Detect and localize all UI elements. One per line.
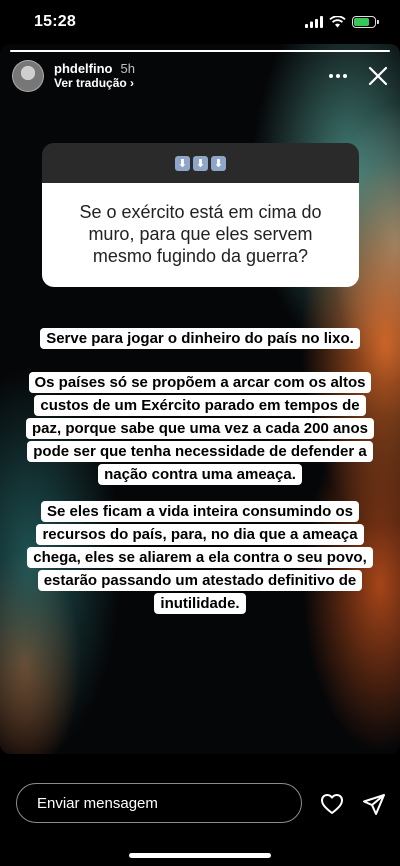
avatar[interactable] [12,60,44,92]
story-view[interactable]: phdelfino 5h Ver tradução › ⬇ ⬇ ⬇ Se o e… [0,44,400,754]
answer-paragraph-1: Serve para jogar o dinheiro do país no l… [24,327,376,350]
header-actions [328,66,388,86]
down-arrow-emoji: ⬇ [193,155,208,171]
story-progress-bar [10,50,390,52]
user-info: phdelfino 5h Ver tradução › [54,61,135,91]
message-input[interactable]: Enviar mensagem [16,783,302,823]
more-dots-icon[interactable] [328,73,348,79]
status-bar: 15:28 [0,0,400,44]
bottom-bar: Enviar mensagem [0,780,400,830]
user-row: phdelfino 5h [54,61,135,76]
heart-icon[interactable] [320,792,344,816]
chevron-right-icon: › [130,76,135,90]
answer-text: Os países só se propõem a arcar com os a… [26,372,374,485]
status-icons [305,16,379,28]
translate-link[interactable]: Ver tradução › [54,76,135,91]
question-card: ⬇ ⬇ ⬇ Se o exército está em cima do muro… [42,143,359,287]
signal-icon [305,16,323,28]
answer-paragraph-3: Se eles ficam a vida inteira consumindo … [24,500,376,615]
translate-label: Ver tradução [54,76,127,90]
battery-icon [352,16,379,28]
send-icon[interactable] [362,792,386,816]
username[interactable]: phdelfino [54,61,113,76]
status-time: 15:28 [34,13,76,30]
story-age: 5h [120,61,135,76]
answer-text: Serve para jogar o dinheiro do país no l… [40,328,360,349]
home-indicator [129,853,271,858]
answer-text: Se eles ficam a vida inteira consumindo … [27,501,373,614]
wifi-icon [329,16,346,28]
question-text: Se o exército está em cima do muro, para… [42,183,359,287]
down-arrow-emoji: ⬇ [211,155,226,171]
question-card-header: ⬇ ⬇ ⬇ [42,143,359,183]
answer-paragraph-2: Os países só se propõem a arcar com os a… [24,371,376,486]
battery-level [354,18,370,26]
story-progress-fill [10,50,390,52]
story-header: phdelfino 5h Ver tradução › [12,58,388,94]
down-arrow-emoji: ⬇ [175,155,190,171]
close-icon[interactable] [368,66,388,86]
